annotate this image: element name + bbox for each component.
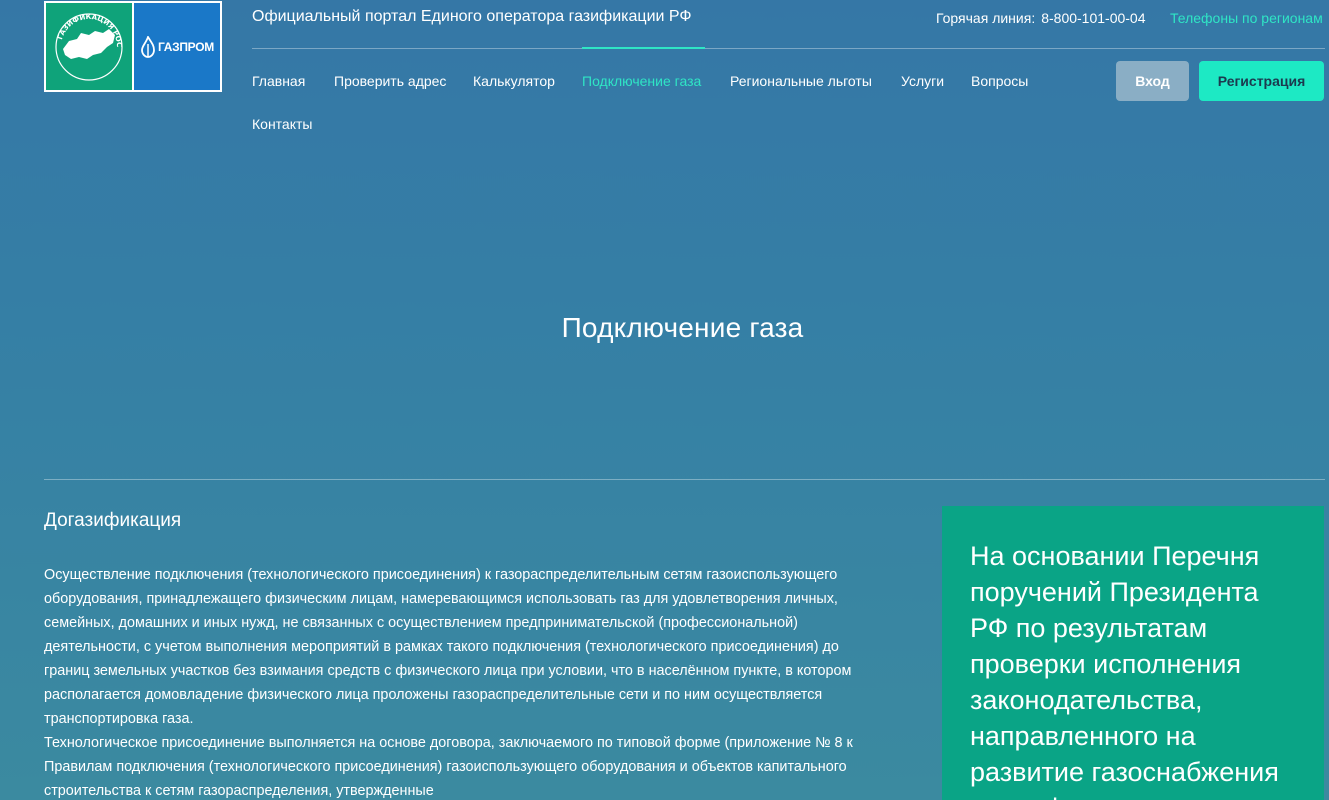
gazprom-flame-icon <box>141 35 155 58</box>
nav-item-questions[interactable]: Вопросы <box>971 73 1028 89</box>
gazprom-wordmark: ГАЗПРОМ <box>158 39 214 54</box>
nav-item-gas-connection[interactable]: Подключение газа <box>582 73 701 89</box>
hotline: Горячая линия: 8-800-101-00-04 <box>936 10 1146 26</box>
content-paragraph: Осуществление подключения (технологическ… <box>44 567 852 727</box>
register-button[interactable]: Регистрация <box>1199 61 1324 101</box>
nav-item-regional-benefits[interactable]: Региональные льготы <box>730 73 872 89</box>
nav-item-services[interactable]: Услуги <box>901 73 944 89</box>
page-title: Подключение газа <box>561 312 804 343</box>
info-card: На основании Перечня поручений Президент… <box>942 506 1324 800</box>
content-body: Осуществление подключения (технологическ… <box>44 563 884 800</box>
hotline-number[interactable]: 8-800-101-00-04 <box>1041 10 1145 26</box>
hotline-label: Горячая линия: <box>936 10 1036 26</box>
nav-item-calculator[interactable]: Калькулятор <box>473 73 555 89</box>
content-divider <box>44 479 1325 480</box>
active-nav-indicator <box>582 47 705 49</box>
nav-item-home[interactable]: Главная <box>252 73 305 89</box>
nav-item-contacts[interactable]: Контакты <box>252 116 312 132</box>
portal-title: Официальный портал Единого оператора газ… <box>252 8 692 25</box>
russia-map-icon: ГАЗИФИКАЦИЯ РОССИИ <box>51 9 123 81</box>
site-logo[interactable]: ГАЗИФИКАЦИЯ РОССИИ ГАЗПРОМ <box>44 1 222 92</box>
section-heading: Догазификация <box>44 510 182 531</box>
gasification-logo: ГАЗИФИКАЦИЯ РОССИИ <box>46 3 132 90</box>
info-card-text: На основании Перечня поручений Президент… <box>970 541 1279 800</box>
nav-item-check-address[interactable]: Проверить адрес <box>334 73 446 89</box>
header-divider <box>252 48 1325 49</box>
gazprom-logo: ГАЗПРОМ <box>134 3 220 90</box>
regional-phones-link[interactable]: Телефоны по регионам <box>1170 10 1323 26</box>
login-button[interactable]: Вход <box>1116 61 1189 101</box>
content-paragraph: Технологическое присоединение выполняетс… <box>44 735 853 799</box>
